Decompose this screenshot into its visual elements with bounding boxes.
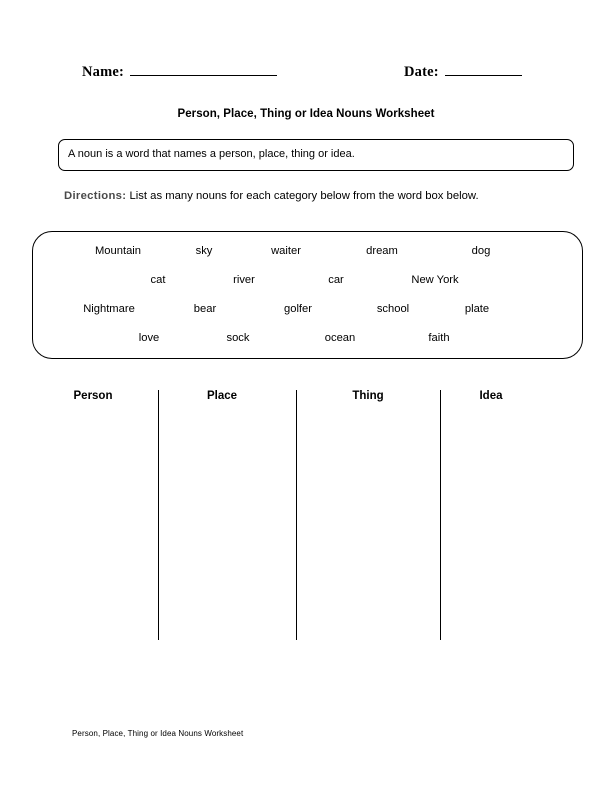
column-divider [296, 390, 297, 640]
word-bank-item: golfer [284, 303, 312, 315]
page-title: Person, Place, Thing or Idea Nouns Works… [177, 108, 435, 120]
definition-box: A noun is a word that names a person, pl… [58, 139, 574, 171]
name-write-in-line[interactable] [130, 64, 278, 76]
column-header-thing: Thing [352, 390, 384, 402]
word-bank-box: Mountain sky waiter dream dog cat river car New … [32, 231, 583, 359]
column-divider [158, 390, 159, 640]
word-bank-item: sock [226, 332, 250, 344]
directions-label: Directions: [64, 190, 127, 202]
answer-columns-area: Person Place Thing Idea [0, 380, 612, 645]
word-bank-item: bear [193, 303, 217, 315]
word-bank-row: Mountain sky waiter dream dog [33, 245, 582, 263]
date-write-in-line[interactable] [444, 64, 522, 76]
column-header-person: Person [73, 390, 113, 402]
word-bank-item: New York [411, 274, 459, 286]
word-bank-item: Mountain [94, 245, 142, 257]
word-bank-item: faith [428, 332, 450, 344]
column-header-place: Place [206, 390, 238, 402]
word-bank-item: cat [150, 274, 166, 286]
word-bank-item: love [138, 332, 160, 344]
word-bank-item: plate [464, 303, 490, 315]
directions-block: Directions: List as many nouns for each … [64, 186, 564, 207]
word-bank-item: dream [366, 245, 398, 257]
word-bank-item: sky [195, 245, 213, 257]
word-bank-item: dog [471, 245, 491, 257]
column-divider [440, 390, 441, 640]
student-info-row: Name: Date: [0, 64, 612, 90]
word-bank-row: Nightmare bear golfer school plate [33, 303, 582, 321]
word-bank-item: car [328, 274, 344, 286]
date-label: Date: [404, 64, 439, 80]
column-header-idea: Idea [479, 390, 503, 402]
word-bank-row: love sock ocean faith [33, 332, 582, 350]
definition-text: A noun is a word that names a person, pl… [68, 148, 355, 160]
footer-note: Person, Place, Thing or Idea Nouns Works… [72, 729, 244, 738]
directions-text: List as many nouns for each category bel… [126, 190, 479, 202]
date-field-group: Date: [404, 64, 522, 81]
word-bank-item: school [376, 303, 410, 315]
word-bank-item: ocean [324, 332, 356, 344]
name-label: Name: [82, 64, 125, 80]
word-bank-row: cat river car New York [33, 274, 582, 292]
word-bank-item: river [233, 274, 255, 286]
word-bank-item: waiter [271, 245, 301, 257]
word-bank-item: Nightmare [83, 303, 135, 315]
name-field-group: Name: [82, 64, 278, 81]
